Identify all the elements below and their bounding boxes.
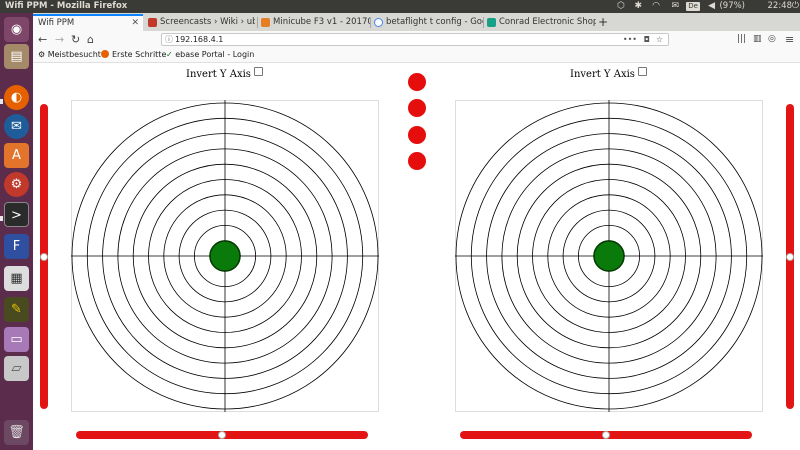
leaf-icon: ✓ (166, 50, 176, 59)
calculator-icon[interactable]: ▦ (4, 266, 29, 291)
tab-label: Wifi PPM (38, 18, 75, 28)
launcher-sidebar: ◉ ▤ ◐ ✉ A ⚙ > F ▦ ✎ ▭ ▱ 🗑 (0, 13, 33, 450)
aux-button-2[interactable] (408, 99, 426, 117)
invert-y-axis-left: Invert Y Axis (186, 67, 263, 80)
tab-strip: Wifi PPM ✕ Screencasts › Wiki › ubu Mini… (33, 13, 800, 31)
url-bar[interactable]: ⓘ 192.168.4.1 ••• ◘ ☆ (161, 33, 669, 46)
bookmark-star-icon[interactable]: ☆ (656, 34, 663, 45)
power-icon[interactable]: ⏻ (792, 0, 799, 13)
bluetooth-icon[interactable]: ✱ (634, 0, 642, 13)
trash-icon[interactable]: 🗑 (4, 420, 29, 445)
app-icon[interactable]: ✎ (4, 297, 29, 322)
mail-icon[interactable]: ✉ (671, 0, 679, 13)
tab-minicube[interactable]: Minicube F3 v1 - 201704 (258, 14, 370, 31)
volume-icon[interactable]: ◀ (708, 0, 715, 13)
thunderbird-icon[interactable]: ✉ (4, 114, 29, 139)
close-icon[interactable]: ✕ (131, 16, 139, 31)
system-top-bar: Wifi PPM - Mozilla Firefox ⬡ ✱ ◠ ✉ De ◀ … (0, 0, 800, 13)
invert-y-axis-right: Invert Y Axis (570, 67, 647, 80)
aux-button-3[interactable] (408, 126, 426, 144)
terminal-icon[interactable]: > (4, 202, 29, 227)
running-indicator (0, 99, 3, 104)
bookmarks-toolbar: ⚙ Meistbesucht Erste Schritte ✓ ebase Po… (33, 48, 800, 63)
clock[interactable]: 22:48 (768, 0, 793, 13)
right-joystick-pad[interactable] (455, 100, 763, 412)
aux-button-1[interactable] (408, 73, 426, 91)
bookmark-ebase-portal[interactable]: ✓ ebase Portal - Login (166, 48, 254, 62)
sidebar-icon[interactable]: ▥ (753, 31, 762, 48)
tab-label: betaflight t config - Goo (386, 17, 483, 27)
tab-screencasts[interactable]: Screencasts › Wiki › ubu (145, 14, 255, 31)
left-horizontal-slider[interactable] (76, 431, 368, 439)
left-vertical-slider[interactable] (40, 104, 48, 409)
tab-betaflight[interactable]: betaflight t config - Goo (371, 14, 483, 31)
right-vertical-slider[interactable] (786, 104, 794, 409)
tab-favicon-icon (261, 18, 270, 27)
tab-label: Screencasts › Wiki › ubu (160, 17, 255, 27)
running-indicator (0, 216, 3, 221)
forward-icon[interactable]: → (55, 31, 64, 48)
home-icon[interactable]: ⌂ (87, 31, 94, 48)
drive-icon[interactable]: ▭ (4, 327, 29, 352)
google-icon (374, 18, 383, 27)
library-icon[interactable]: ||| (737, 31, 746, 48)
tab-favicon-icon (487, 18, 496, 27)
tab-label: Conrad Electronic Shop (499, 17, 596, 27)
firefox-icon[interactable]: ◐ (4, 85, 29, 110)
back-icon[interactable]: ← (38, 31, 47, 48)
menu-icon[interactable]: ≡ (785, 31, 794, 48)
tab-label: Minicube F3 v1 - 201704 (273, 17, 370, 27)
right-horizontal-slider-knob[interactable] (602, 431, 610, 439)
bookmark-erste-schritte[interactable]: Erste Schritte (101, 48, 166, 62)
left-joystick-pad[interactable] (71, 100, 379, 412)
reload-icon[interactable]: ↻ (71, 31, 80, 48)
left-horizontal-slider-knob[interactable] (218, 431, 226, 439)
battery-status[interactable]: (97%) (719, 0, 745, 13)
firefox-icon (101, 50, 109, 58)
tab-conrad[interactable]: Conrad Electronic Shop (484, 14, 596, 31)
tab-wifi-ppm[interactable]: Wifi PPM ✕ (33, 14, 143, 31)
software-center-icon[interactable]: A (4, 143, 29, 168)
drive-icon[interactable]: ▱ (4, 356, 29, 381)
settings-icon[interactable]: ⚙ (4, 172, 29, 197)
window-title: Wifi PPM - Mozilla Firefox (5, 1, 128, 11)
tab-favicon-icon (148, 18, 157, 27)
ubuntu-logo-icon[interactable]: ◉ (4, 17, 29, 42)
pocket-icon[interactable]: ◘ (644, 34, 650, 45)
info-icon[interactable]: ⓘ (165, 34, 173, 45)
sync-icon[interactable]: ◎ (768, 31, 776, 48)
right-horizontal-slider[interactable] (460, 431, 752, 439)
files-icon[interactable]: ▤ (4, 44, 29, 69)
dropbox-icon[interactable]: ⬡ (617, 0, 625, 13)
right-vertical-slider-knob[interactable] (786, 252, 794, 261)
app-icon[interactable]: F (4, 234, 29, 259)
new-tab-button[interactable]: + (596, 14, 610, 31)
url-text[interactable]: 192.168.4.1 (175, 34, 223, 45)
invert-y-axis-left-checkbox[interactable] (253, 67, 263, 76)
left-vertical-slider-knob[interactable] (40, 252, 48, 261)
invert-y-axis-right-checkbox[interactable] (637, 67, 647, 76)
left-joystick-knob[interactable] (209, 240, 241, 272)
aux-button-4[interactable] (408, 152, 426, 170)
wifi-icon[interactable]: ◠ (652, 0, 660, 13)
gear-icon: ⚙ (38, 50, 48, 59)
right-joystick-knob[interactable] (593, 240, 625, 272)
bookmark-meistbesucht[interactable]: ⚙ Meistbesucht (38, 48, 101, 62)
keyboard-layout-indicator[interactable]: De (686, 2, 700, 11)
page-actions-icon[interactable]: ••• (623, 34, 637, 45)
